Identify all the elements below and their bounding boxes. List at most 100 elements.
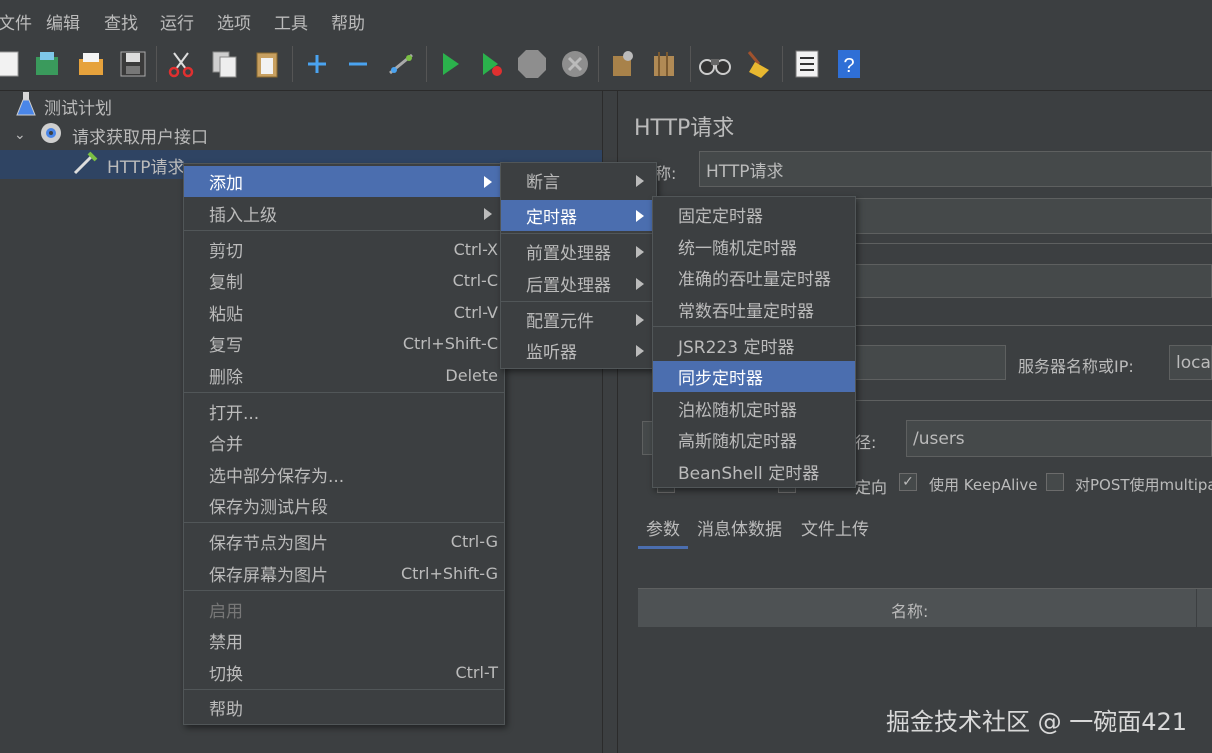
svg-text:?: ? <box>843 55 854 77</box>
save-icon[interactable] <box>116 47 150 81</box>
menu-item-delete[interactable]: 删除 Delete <box>184 360 504 391</box>
menu-item-post-processors[interactable]: 后置处理器 <box>501 268 656 299</box>
menu-run[interactable]: 运行 <box>160 9 194 34</box>
tab-body-data[interactable]: 消息体数据 <box>697 515 782 540</box>
server-field[interactable]: local <box>1169 345 1212 380</box>
clear-icon[interactable] <box>606 47 640 81</box>
clear-all-icon[interactable] <box>648 47 682 81</box>
menu-item-toggle[interactable]: 切换 Ctrl-T <box>184 657 504 688</box>
start-icon[interactable] <box>433 47 467 81</box>
panel-title: HTTP请求 <box>634 116 735 141</box>
multipart-label: 对POST使用multipar <box>1075 476 1212 494</box>
menu-item-help[interactable]: 帮助 <box>184 692 504 723</box>
tab-file-upload[interactable]: 文件上传 <box>801 515 869 540</box>
templates-icon[interactable] <box>30 47 64 81</box>
menu-item-paste[interactable]: 粘贴 Ctrl-V <box>184 297 504 328</box>
toggle-icon[interactable] <box>384 47 418 81</box>
tree-node-label: HTTP请求 <box>107 157 185 178</box>
menu-item-duplicate[interactable]: 复写 Ctrl+Shift-C <box>184 328 504 359</box>
name-field[interactable]: HTTP请求 <box>699 151 1212 187</box>
menu-tools[interactable]: 工具 <box>274 9 308 34</box>
keepalive-label: 使用 KeepAlive <box>929 476 1038 494</box>
menu-item-insert-parent[interactable]: 插入上级 <box>184 198 504 229</box>
menu-item-copy[interactable]: 复制 Ctrl-C <box>184 265 504 296</box>
menu-search[interactable]: 查找 <box>104 9 138 34</box>
menu-item-add[interactable]: 添加 <box>184 166 504 197</box>
open-icon[interactable] <box>74 47 108 81</box>
menu-item-merge[interactable]: 合并 <box>184 427 504 458</box>
menu-item-beanshell-timer[interactable]: BeanShell 定时器 <box>653 456 855 487</box>
menu-item-disable[interactable]: 禁用 <box>184 625 504 656</box>
chevron-down-icon[interactable]: ⌄ <box>14 127 30 143</box>
cut-icon[interactable] <box>164 47 198 81</box>
menu-item-assertions[interactable]: 断言 <box>501 165 656 196</box>
keepalive-checkbox[interactable]: ✓ <box>899 473 917 491</box>
paste-icon[interactable] <box>250 47 284 81</box>
server-label: 服务器名称或IP: <box>1018 357 1134 376</box>
menu-item-poisson-random-timer[interactable]: 泊松随机定时器 <box>653 393 855 424</box>
follow-redirect-label: 定向 <box>855 478 888 497</box>
menu-edit[interactable]: 编辑 <box>46 9 80 34</box>
tree-node-label: 测试计划 <box>44 98 112 119</box>
stop-icon[interactable] <box>515 47 549 81</box>
path-field[interactable]: /users <box>906 420 1212 457</box>
menu-options[interactable]: 选项 <box>217 9 251 34</box>
search-icon[interactable] <box>698 47 732 81</box>
timer-submenu: 固定定时器 统一随机定时器 准确的吞吐量定时器 常数吞吐量定时器 JSR223 … <box>652 196 856 488</box>
tab-parameters[interactable]: 参数 <box>646 515 680 540</box>
menu-help[interactable]: 帮助 <box>331 9 365 34</box>
protocol-field[interactable] <box>855 345 1006 380</box>
reset-search-icon[interactable] <box>740 47 774 81</box>
menu-item-save-selection-as[interactable]: 选中部分保存为... <box>184 459 504 490</box>
add-submenu: 断言 定时器 前置处理器 后置处理器 配置元件 监听器 <box>500 162 657 369</box>
menu-item-cut[interactable]: 剪切 Ctrl-X <box>184 234 504 265</box>
menu-item-open[interactable]: 打开... <box>184 396 504 427</box>
divider <box>855 400 1212 401</box>
menu-item-synchronizing-timer[interactable]: 同步定时器 <box>653 361 855 392</box>
shutdown-icon[interactable] <box>558 47 592 81</box>
menu-item-uniform-random-timer[interactable]: 统一随机定时器 <box>653 231 855 262</box>
flask-icon <box>16 91 36 121</box>
menu-bar: 文件 编辑 查找 运行 选项 工具 帮助 <box>0 0 1212 40</box>
comments-field[interactable] <box>840 198 1212 234</box>
menu-item-config-element[interactable]: 配置元件 <box>501 304 656 335</box>
menu-item-timer[interactable]: 定时器 <box>501 200 656 231</box>
context-menu: 添加 插入上级 剪切 Ctrl-X 复制 Ctrl-C 粘贴 Ctrl-V 复写 Ctr… <box>183 163 505 725</box>
menu-item-pre-processors[interactable]: 前置处理器 <box>501 236 656 267</box>
menu-item-save-node-image[interactable]: 保存节点为图片 Ctrl-G <box>184 526 504 557</box>
menu-item-constant-timer[interactable]: 固定定时器 <box>653 199 855 230</box>
pipette-icon <box>72 150 98 180</box>
tree-node-test-plan[interactable]: 测试计划 <box>16 92 112 120</box>
expand-icon[interactable] <box>300 47 334 81</box>
menu-item-gaussian-random-timer[interactable]: 高斯随机定时器 <box>653 424 855 455</box>
gear-icon <box>38 120 64 150</box>
new-icon[interactable] <box>0 47 26 81</box>
help-icon[interactable]: ? <box>832 47 866 81</box>
menu-file[interactable]: 文件 <box>0 9 32 34</box>
menu-item-save-as-fragment[interactable]: 保存为测试片段 <box>184 490 504 521</box>
multipart-checkbox[interactable] <box>1046 473 1064 491</box>
menu-item-listener[interactable]: 监听器 <box>501 335 656 366</box>
column-header-name[interactable]: 名称: <box>891 598 928 622</box>
tree-node-thread-group[interactable]: ⌄ 请求获取用户接口 <box>14 121 208 149</box>
name-label: 称: <box>655 164 677 183</box>
menu-item-constant-throughput-timer[interactable]: 常数吞吐量定时器 <box>653 294 855 325</box>
toolbar: ? <box>0 40 1212 91</box>
watermark: 掘金技术社区 @ 一碗面421 <box>886 708 1188 736</box>
divider <box>855 325 1212 326</box>
menu-item-save-screen-image[interactable]: 保存屏幕为图片 Ctrl+Shift-G <box>184 558 504 589</box>
path-label: 径: <box>855 433 877 452</box>
tree-node-label: 请求获取用户接口 <box>72 127 208 148</box>
collapse-icon[interactable] <box>341 47 375 81</box>
parameters-table-header: 名称: <box>638 588 1212 627</box>
active-tab-indicator <box>638 546 688 549</box>
copy-icon[interactable] <box>208 47 242 81</box>
divider <box>855 243 1212 244</box>
menu-item-precise-throughput-timer[interactable]: 准确的吞吐量定时器 <box>653 262 855 293</box>
start-no-pause-icon[interactable] <box>474 47 508 81</box>
tree-node-http-request[interactable]: HTTP请求 <box>72 151 185 179</box>
function-helper-icon[interactable] <box>790 47 824 81</box>
menu-item-jsr223-timer[interactable]: JSR223 定时器 <box>653 330 855 361</box>
menu-item-enable: 启用 <box>209 602 243 622</box>
basic-advanced-tabs[interactable] <box>855 264 1212 298</box>
